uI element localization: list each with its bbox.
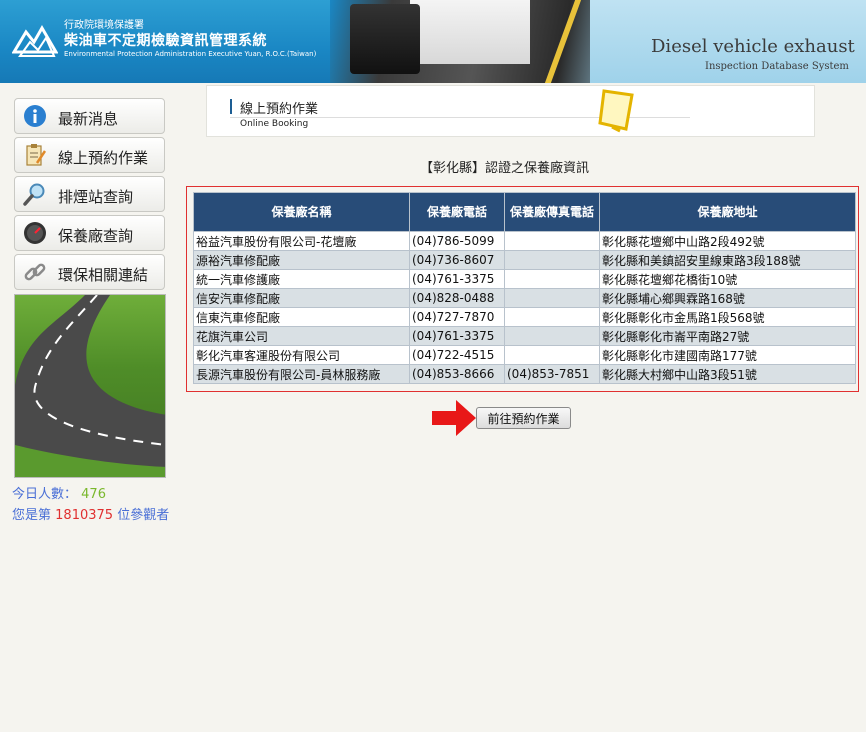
sidebar-item-garage-search[interactable]: 保養廠查詢	[14, 215, 165, 251]
column-header-fax: 保養廠傳真電話	[504, 192, 600, 232]
cell-fax	[504, 269, 600, 289]
sidebar-item-news[interactable]: 最新消息	[14, 98, 165, 134]
section-subtitle: Online Booking	[240, 119, 309, 129]
table-row: 彰化汽車客運股份有限公司 (04)722-4515 彰化縣彰化市建國南路177號	[193, 345, 856, 365]
sidebar-item-label: 保養廠查詢	[58, 227, 134, 245]
today-value: 476	[81, 487, 106, 502]
table-row: 裕益汽車股份有限公司-花壇廠 (04)786-5099 彰化縣花壇鄉中山路2段4…	[193, 231, 856, 251]
magnifier-icon	[23, 183, 45, 206]
cell-name: 裕益汽車股份有限公司-花壇廠	[193, 231, 410, 251]
page-heading: 【彰化縣】認證之保養廠資訊	[420, 161, 590, 176]
total-visitor-count: 您是第 1810375 位參觀者	[12, 504, 169, 523]
cell-fax	[504, 231, 600, 251]
sidebar-item-label: 排煙站查詢	[58, 188, 134, 206]
cell-fax	[504, 345, 600, 365]
section-title: 線上預約作業	[240, 102, 319, 117]
cell-name: 統一汽車修護廠	[193, 269, 410, 289]
cell-address: 彰化縣花壇鄉中山路2段492號	[599, 231, 856, 251]
table-row: 源裕汽車修配廠 (04)736-8607 彰化縣和美鎮詔安里線東路3段188號	[193, 250, 856, 270]
site-header: 行政院環境保護署 柴油車不定期檢驗資訊管理系統 Environmental Pr…	[0, 0, 866, 83]
cell-phone: (04)761-3375	[409, 326, 505, 346]
cell-phone: (04)828-0488	[409, 288, 505, 308]
cell-phone: (04)853-8666	[409, 364, 505, 384]
gauge-icon	[24, 222, 46, 244]
sidebar-item-label: 線上預約作業	[58, 149, 149, 167]
cell-address: 彰化縣花壇鄉花橋街10號	[599, 269, 856, 289]
notepad-icon	[598, 89, 634, 133]
info-icon	[24, 105, 46, 127]
table-row: 長源汽車股份有限公司-員林服務廠 (04)853-8666 (04)853-78…	[193, 364, 856, 384]
cell-fax	[504, 250, 600, 270]
cell-address: 彰化縣彰化市建國南路177號	[599, 345, 856, 365]
header-agency: 行政院環境保護署	[64, 20, 144, 31]
header-title: 柴油車不定期檢驗資訊管理系統	[64, 33, 267, 49]
cell-name: 彰化汽車客運股份有限公司	[193, 345, 410, 365]
cell-fax	[504, 288, 600, 308]
table-row: 信東汽車修配廠 (04)727-7870 彰化縣彰化市金馬路1段568號	[193, 307, 856, 327]
visitor-suffix: 位參觀者	[117, 508, 170, 523]
sidebar-item-eco-links[interactable]: 環保相關連結	[14, 254, 165, 290]
header-title-en: Diesel vehicle exhaust	[651, 36, 855, 57]
header-subtitle-en-right: Inspection Database System	[705, 61, 849, 72]
cell-fax: (04)853-7851	[504, 364, 600, 384]
today-label: 今日人數：	[12, 487, 78, 502]
chain-link-icon	[24, 263, 46, 281]
cell-phone: (04)727-7870	[409, 307, 505, 327]
header-subtitle-en: Environmental Protection Administration …	[64, 50, 317, 58]
road-illustration	[15, 295, 165, 477]
cell-address: 彰化縣大村鄉中山路3段51號	[599, 364, 856, 384]
column-header-address: 保養廠地址	[599, 192, 856, 232]
cell-fax	[504, 307, 600, 327]
cell-phone: (04)736-8607	[409, 250, 505, 270]
cell-address: 彰化縣彰化市崙平南路27號	[599, 326, 856, 346]
cell-phone: (04)786-5099	[409, 231, 505, 251]
cell-name: 花旗汽車公司	[193, 326, 410, 346]
epa-logo-icon	[12, 25, 58, 57]
visitor-value: 1810375	[55, 508, 114, 523]
table-row: 花旗汽車公司 (04)761-3375 彰化縣彰化市崙平南路27號	[193, 326, 856, 346]
sidebar-item-label: 最新消息	[58, 110, 119, 128]
cell-address: 彰化縣埔心鄉興霖路168號	[599, 288, 856, 308]
header-truck-cab	[350, 4, 420, 74]
cell-name: 長源汽車股份有限公司-員林服務廠	[193, 364, 410, 384]
cell-phone: (04)761-3375	[409, 269, 505, 289]
cell-address: 彰化縣彰化市金馬路1段568號	[599, 307, 856, 327]
sidebar-item-smoke-station[interactable]: 排煙站查詢	[14, 176, 165, 212]
goto-booking-button[interactable]: 前往預約作業	[476, 407, 571, 429]
road-photo	[14, 294, 166, 478]
sidebar-item-online-booking[interactable]: 線上預約作業	[14, 137, 165, 173]
sidebar-item-label: 環保相關連結	[58, 266, 149, 284]
today-visitor-count: 今日人數： 476	[12, 483, 106, 502]
cell-address: 彰化縣和美鎮詔安里線東路3段188號	[599, 250, 856, 270]
cell-phone: (04)722-4515	[409, 345, 505, 365]
cell-name: 信東汽車修配廠	[193, 307, 410, 327]
table-row: 信安汽車修配廠 (04)828-0488 彰化縣埔心鄉興霖路168號	[193, 288, 856, 308]
table-header-row: 保養廠名稱 保養廠電話 保養廠傳真電話 保養廠地址	[193, 192, 856, 232]
visitor-prefix: 您是第	[12, 508, 52, 523]
column-header-name: 保養廠名稱	[193, 192, 410, 232]
clipboard-icon	[26, 144, 47, 166]
table-row: 統一汽車修護廠 (04)761-3375 彰化縣花壇鄉花橋街10號	[193, 269, 856, 289]
section-accent-bar	[230, 99, 232, 114]
header-truck-trailer	[410, 0, 530, 64]
column-header-phone: 保養廠電話	[409, 192, 505, 232]
cell-name: 源裕汽車修配廠	[193, 250, 410, 270]
red-arrow-icon	[432, 400, 476, 436]
cell-fax	[504, 326, 600, 346]
garage-table: 保養廠名稱 保養廠電話 保養廠傳真電話 保養廠地址 裕益汽車股份有限公司-花壇廠…	[193, 192, 856, 384]
cell-name: 信安汽車修配廠	[193, 288, 410, 308]
